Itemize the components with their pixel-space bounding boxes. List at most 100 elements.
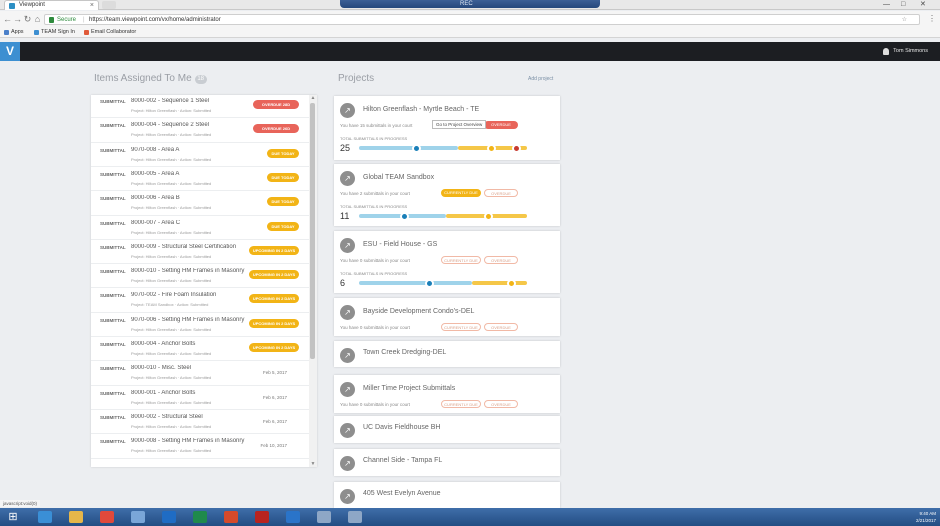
outlook-icon[interactable] <box>162 511 176 523</box>
project-arrow-icon[interactable]: ↗ <box>340 382 355 397</box>
project-name[interactable]: Global TEAM Sandbox <box>363 174 434 181</box>
new-tab-button[interactable] <box>102 1 116 9</box>
bookmark-email-collaborator[interactable]: Email Collaborator <box>84 28 136 37</box>
close-window-button[interactable]: ✕ <box>920 1 926 9</box>
project-status-pill: OVERDUE <box>484 323 518 331</box>
start-button[interactable]: ⊞ <box>4 510 22 524</box>
item-title: 9070-002 - Fire Foam Insulation <box>131 292 217 299</box>
project-arrow-icon[interactable]: ↗ <box>340 238 355 253</box>
list-item[interactable]: SUBMITTAL 8000-007 - Area C Project: Hilto… <box>91 217 309 240</box>
browser-tab[interactable]: Viewpoint × <box>4 0 99 10</box>
item-type: SUBMITTAL <box>100 123 126 129</box>
url-text: https://team.viewpoint.com/vx/home/admin… <box>89 17 221 23</box>
project-arrow-icon[interactable]: ↗ <box>340 423 355 438</box>
list-item[interactable]: SUBMITTAL 9070-006 - Setting HM Frames in… <box>91 314 309 338</box>
progress-marker-blue[interactable] <box>399 211 409 221</box>
progress-marker-red[interactable] <box>512 143 522 153</box>
viewpoint2-icon[interactable] <box>348 511 362 523</box>
project-card[interactable]: ↗ Bayside Development Condo's-DEL You have… <box>334 298 560 336</box>
progress-marker-yellow[interactable] <box>483 211 493 221</box>
due-date: Feb 5, 2017 <box>262 370 287 376</box>
progress-marker-yellow[interactable] <box>507 278 517 288</box>
progress-marker-blue[interactable] <box>411 143 421 153</box>
progress-marker-blue[interactable] <box>425 278 435 288</box>
project-arrow-icon[interactable]: ↗ <box>340 489 355 504</box>
bookmark-team-sign-in[interactable]: TEAM Sign In <box>34 28 75 37</box>
project-card[interactable]: ↗ ESU - Field House - GS You have 0 submit… <box>334 231 560 293</box>
progress-marker-yellow[interactable] <box>487 143 497 153</box>
item-meta: Project: Hilton Greenflash · Action: Sub… <box>131 156 212 162</box>
project-name[interactable]: Miller Time Project Submittals <box>363 385 455 392</box>
scroll-thumb[interactable] <box>310 103 315 359</box>
maximize-button[interactable]: □ <box>901 1 905 9</box>
project-arrow-icon[interactable]: ↗ <box>340 348 355 363</box>
acrobat-icon[interactable] <box>255 511 269 523</box>
forward-button[interactable]: → <box>13 14 22 24</box>
bookmark-apps[interactable]: Apps <box>4 28 24 37</box>
item-title: 8000-002 - Structural Steel <box>131 413 203 420</box>
outlook2-icon[interactable] <box>286 511 300 523</box>
chrome-icon[interactable] <box>100 511 114 523</box>
scroll-down-icon[interactable]: ▼ <box>309 461 317 467</box>
bookmark-star-icon[interactable]: ☆ <box>902 15 907 25</box>
list-item[interactable]: SUBMITTAL 8000-001 - Anchor Bolts Project:… <box>91 387 309 410</box>
project-arrow-icon[interactable]: ↗ <box>340 103 355 118</box>
project-arrow-icon[interactable]: ↗ <box>340 171 355 186</box>
project-card[interactable]: ↗ Global TEAM Sandbox You have 2 submittal… <box>334 164 560 226</box>
add-project-link[interactable]: Add project <box>528 76 553 82</box>
project-submittal-count: You have 0 submittals in your court <box>340 325 410 330</box>
minimize-button[interactable]: — <box>883 1 890 9</box>
project-arrow-icon[interactable]: ↗ <box>340 305 355 320</box>
item-meta: Project: Hilton Greenflash · Action: Sub… <box>131 351 212 356</box>
home-button[interactable]: ⌂ <box>33 14 42 24</box>
list-item[interactable]: SUBMITTAL 8000-004 - Anchor Bolts Project:… <box>91 338 309 362</box>
list-item[interactable]: SUBMITTAL 9070-002 - Fire Foam Insulation… <box>91 289 309 313</box>
list-item[interactable]: SUBMITTAL 9070-008 - Area A Project: Hilto… <box>91 144 309 167</box>
scroll-up-icon[interactable]: ▲ <box>309 95 317 101</box>
list-item[interactable]: SUBMITTAL 8000-002 - Structural Steel Proj… <box>91 411 309 435</box>
total-in-progress: 25 <box>340 143 351 153</box>
item-type: SUBMITTAL <box>100 414 126 420</box>
explorer-icon[interactable] <box>69 511 83 523</box>
project-name[interactable]: Town Creek Dredging-DEL <box>363 349 446 356</box>
reload-button[interactable]: ↻ <box>23 14 32 24</box>
excel-icon[interactable] <box>193 511 207 523</box>
project-arrow-icon[interactable]: ↗ <box>340 456 355 471</box>
tab-close-icon[interactable]: × <box>90 1 94 10</box>
item-meta: Project: Hilton Greenflash · Action: Sub… <box>131 229 212 235</box>
pen-icon[interactable] <box>131 511 145 523</box>
user-icon <box>883 48 890 55</box>
back-button[interactable]: ← <box>3 14 12 24</box>
system-tray[interactable]: 9:40 AM 2/21/2017 <box>916 510 936 524</box>
user-name: Tom Simmons <box>893 48 928 54</box>
list-item[interactable]: SUBMITTAL 8000-006 - Area B Project: Hilto… <box>91 192 309 216</box>
list-item[interactable]: SUBMITTAL 8000-010 - Misc. Steel Project: … <box>91 362 309 386</box>
viewpoint-icon[interactable] <box>317 511 331 523</box>
project-card[interactable]: ↗ Town Creek Dredging-DEL <box>334 341 560 367</box>
project-card[interactable]: ↗ 405 West Evelyn Avenue <box>334 482 560 508</box>
browser-menu-icon[interactable]: ⋮ <box>928 14 936 24</box>
list-item[interactable]: SUBMITTAL 8000-010 - Setting HM Frames in… <box>91 265 309 289</box>
project-card[interactable]: ↗ UC Davis Fieldhouse BH <box>334 416 560 443</box>
list-item[interactable]: SUBMITTAL 8000-009 - Structural Steel Cer… <box>91 241 309 265</box>
project-name[interactable]: Channel Side - Tampa FL <box>363 457 442 464</box>
list-item[interactable]: SUBMITTAL 8000-005 - Area A Project: Hilto… <box>91 168 309 192</box>
project-card[interactable]: ↗ Miller Time Project Submittals You have … <box>334 375 560 413</box>
url-input[interactable]: Secure | https://team.viewpoint.com/vx/h… <box>44 14 920 25</box>
total-in-progress: 6 <box>340 278 346 288</box>
list-item[interactable]: SUBMITTAL 8000-004 - Sequence 2 Steel Proj… <box>91 119 309 143</box>
item-meta: Project: Hilton Greenflash · Action: Sub… <box>131 399 212 405</box>
project-name[interactable]: Bayside Development Condo's-DEL <box>363 308 474 315</box>
ie-icon[interactable] <box>38 511 52 523</box>
list-item[interactable]: SUBMITTAL 8000-002 - Sequence 1 Steel Proj… <box>91 95 309 119</box>
items-scrollbar[interactable]: ▲ ▼ <box>309 95 317 467</box>
project-name[interactable]: 405 West Evelyn Avenue <box>363 490 441 497</box>
powerpoint-icon[interactable] <box>224 511 238 523</box>
project-name[interactable]: Hilton Greenflash - Myrtle Beach - TE <box>363 106 479 113</box>
project-name[interactable]: UC Davis Fieldhouse BH <box>363 424 440 431</box>
project-card[interactable]: ↗ Channel Side - Tampa FL <box>334 449 560 476</box>
user-menu[interactable]: Tom Simmons <box>883 47 928 56</box>
viewpoint-logo[interactable]: V <box>0 42 20 61</box>
project-name[interactable]: ESU - Field House - GS <box>363 241 437 248</box>
list-item[interactable]: SUBMITTAL 9000-008 - Setting HM Frames in… <box>91 435 309 459</box>
